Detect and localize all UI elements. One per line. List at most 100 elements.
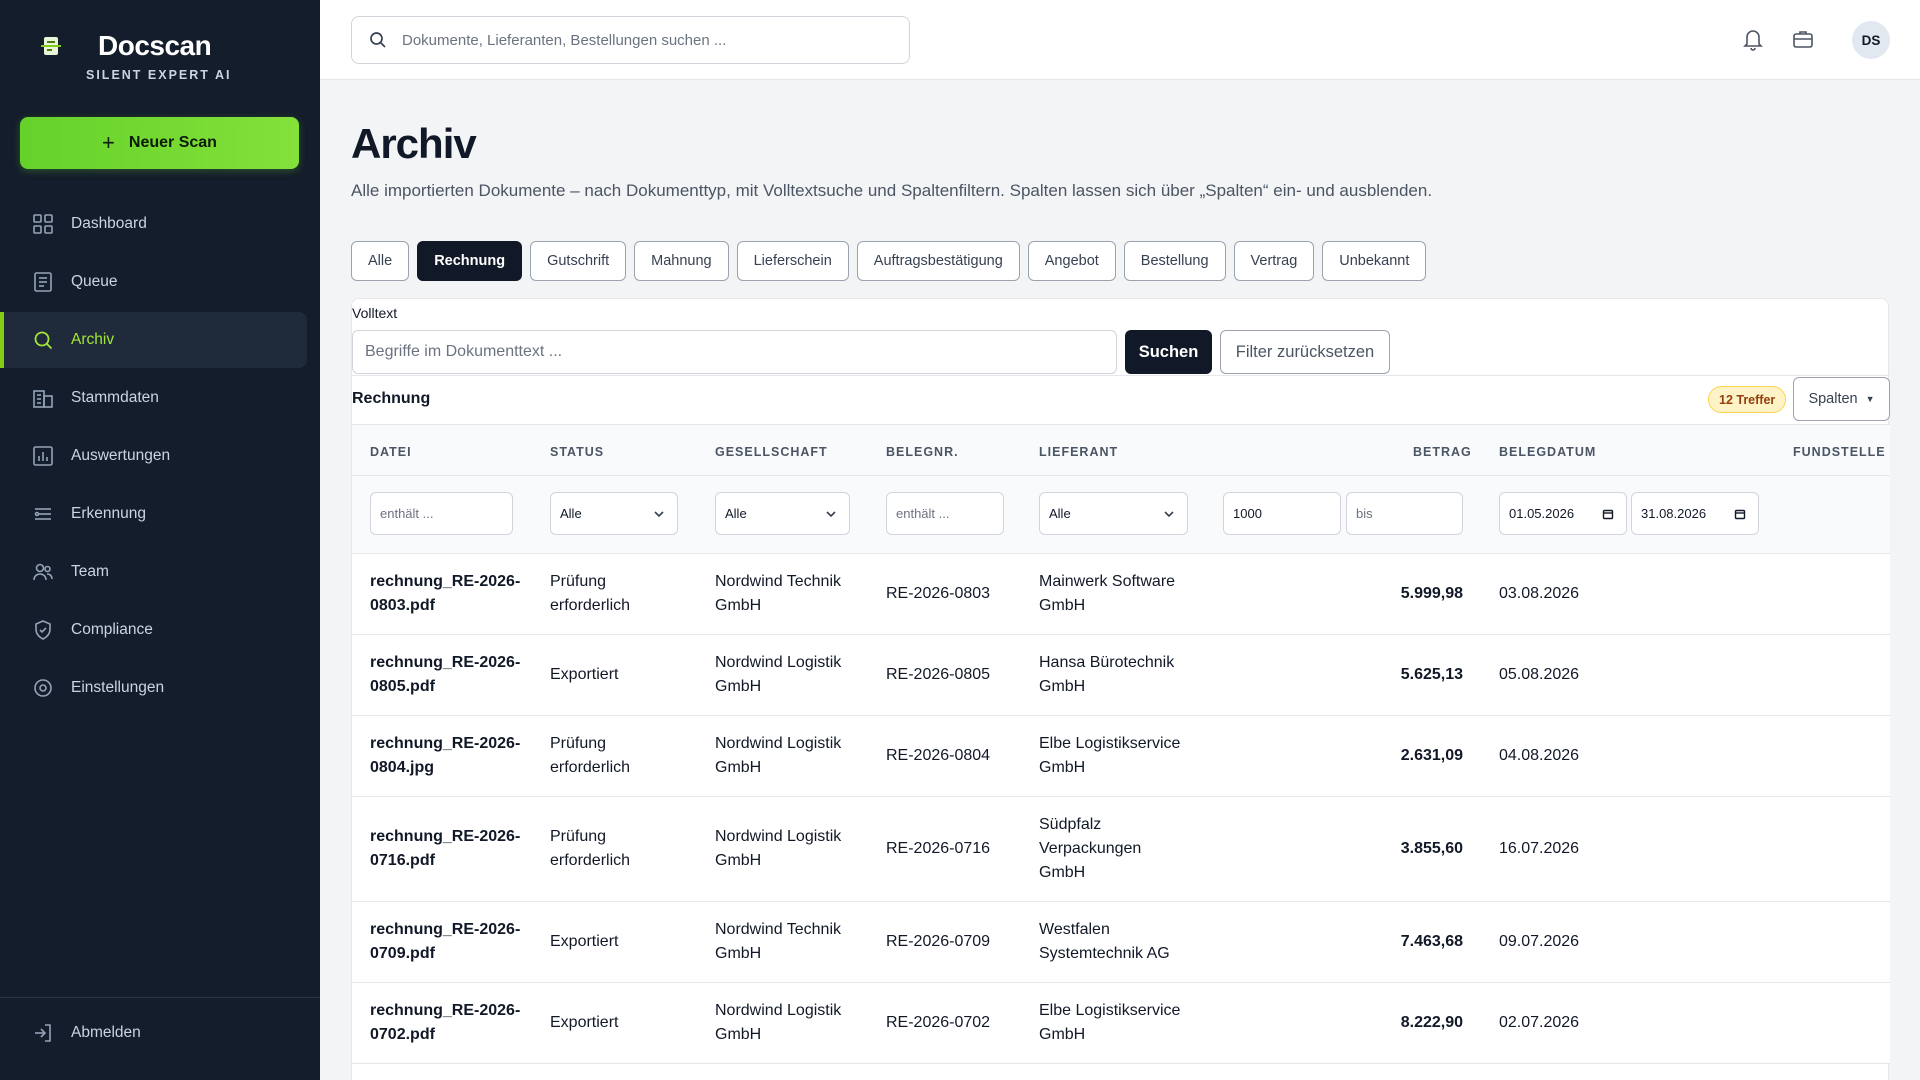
col-fundstelle[interactable]: FUNDSTELLE	[1793, 445, 1886, 459]
sidebar-item-label: Erkennung	[71, 505, 146, 522]
number-cell: RE-2026-0709	[886, 933, 991, 950]
tab-angebot[interactable]: Angebot	[1027, 241, 1116, 281]
company-cell: Nordwind Logistik GmbH	[715, 1002, 842, 1043]
gear-icon	[34, 679, 52, 697]
col-status[interactable]: STATUS	[550, 445, 604, 459]
supplier-cell: Elbe Logistikservice GmbH	[1039, 735, 1181, 776]
reset-filters-button[interactable]: Filter zurücksetzen	[1220, 330, 1390, 374]
company-cell: Nordwind Technik GmbH	[715, 921, 841, 962]
sidebar-divider	[0, 997, 320, 998]
brand-name: Docscan	[98, 30, 212, 61]
filter-date-from-value: 01.05.2026	[1509, 506, 1575, 521]
tab-gutschrift[interactable]: Gutschrift	[530, 241, 627, 281]
avatar[interactable]: DS	[1852, 21, 1890, 59]
date-cell: 09.07.2026	[1499, 933, 1580, 950]
amount-cell: 7.463,68	[1400, 933, 1463, 950]
tab-mahnung[interactable]: Mahnung	[634, 241, 729, 281]
file-cell[interactable]: rechnung_RE-2026- 0805.pdf	[370, 651, 520, 699]
hits-badge: 12 Treffer	[1708, 386, 1787, 413]
status-cell: Exportiert	[550, 666, 619, 683]
filter-date-from[interactable]: 01.05.2026	[1499, 492, 1627, 535]
global-search-input[interactable]	[402, 31, 882, 49]
col-lieferant[interactable]: LIEFERANT	[1039, 445, 1118, 459]
sidebar-nav: Dashboard Queue Archiv Stammdaten Auswer…	[0, 196, 320, 718]
status-cell: Exportiert	[550, 933, 619, 950]
company-cell: Nordwind Technik GmbH	[715, 573, 841, 614]
fulltext-input[interactable]	[352, 330, 1117, 374]
sidebar-item-erkennung[interactable]: Erkennung	[0, 486, 320, 542]
sidebar-item-label: Queue	[71, 273, 118, 290]
sidebar-item-team[interactable]: Team	[0, 544, 320, 600]
filter-betrag-to[interactable]: bis	[1346, 492, 1463, 535]
sidebar-item-dashboard[interactable]: Dashboard	[0, 196, 320, 252]
filter-datei[interactable]: enthält ...	[370, 492, 513, 535]
col-datei[interactable]: DATEI	[370, 445, 412, 459]
table-row[interactable]: rechnung_RE-2026- 0709.pdf Exportiert Nor…	[352, 902, 1890, 983]
tab-unbekannt[interactable]: Unbekannt	[1322, 241, 1427, 281]
filter-status-select[interactable]: Alle	[550, 492, 678, 535]
filter-lines-icon	[34, 508, 51, 520]
docscan-logo-icon	[41, 37, 61, 55]
tab-auftragsbestaetigung[interactable]: Auftragsbestätigung	[856, 241, 1020, 281]
logout-button[interactable]: Abmelden	[32, 1022, 141, 1044]
supplier-cell: Elbe Logistikservice GmbH	[1039, 1002, 1181, 1043]
sidebar-item-compliance[interactable]: Compliance	[0, 602, 320, 658]
logout-icon	[35, 1024, 51, 1042]
filter-belegnr[interactable]: enthält ...	[886, 492, 1004, 535]
col-gesellschaft[interactable]: GESELLSCHAFT	[715, 445, 828, 459]
briefcase-icon[interactable]	[1790, 26, 1816, 52]
columns-button[interactable]: Spalten ▼	[1793, 377, 1890, 421]
table-row[interactable]: rechnung_RE-2026- 0805.pdf Exportiert Nor…	[352, 635, 1890, 716]
sidebar-item-label: Einstellungen	[71, 679, 165, 696]
brand-subtitle: SILENT EXPERT AI	[86, 68, 232, 82]
supplier-cell: Hansa Bürotechnik GmbH	[1039, 654, 1175, 695]
file-cell[interactable]: rechnung_RE-2026- 0716.pdf	[370, 825, 520, 873]
new-scan-label: Neuer Scan	[128, 134, 217, 151]
filter-lieferant-select[interactable]: Alle	[1039, 492, 1188, 535]
filter-date-to[interactable]: 31.08.2026	[1631, 492, 1759, 535]
status-cell: Exportiert	[550, 1014, 619, 1031]
col-betrag[interactable]: BETRAG	[1413, 445, 1472, 459]
sidebar-item-einstellungen[interactable]: Einstellungen	[0, 660, 320, 716]
table-row[interactable]: rechnung_RE-2026- 0804.jpg Prüfung erforde…	[352, 716, 1890, 797]
building-icon	[33, 390, 53, 408]
file-cell[interactable]: rechnung_RE-2026- 0709.pdf	[370, 918, 520, 966]
tab-alle[interactable]: Alle	[351, 241, 410, 281]
table-row[interactable]: rechnung_RE-2026- 0716.pdf Prüfung erforde…	[352, 797, 1890, 902]
sidebar-item-auswertungen[interactable]: Auswertungen	[0, 428, 320, 484]
date-cell: 03.08.2026	[1499, 585, 1580, 602]
table-row[interactable]: rechnung_RE-2026- 0803.pdf Prüfung erforde…	[352, 554, 1890, 635]
shield-icon	[35, 620, 51, 640]
grid-icon	[33, 214, 53, 234]
bell-icon[interactable]	[1740, 26, 1766, 52]
tab-lieferschein[interactable]: Lieferschein	[736, 241, 849, 281]
section-title: Rechnung	[352, 390, 431, 407]
date-cell: 16.07.2026	[1499, 840, 1580, 857]
sidebar-item-queue[interactable]: Queue	[0, 254, 320, 310]
status-cell: Prüfung erforderlich	[550, 828, 631, 869]
table-row[interactable]: rechnung_RE-2026- 0702.pdf Exportiert Nor…	[352, 983, 1890, 1064]
tab-bestellung[interactable]: Bestellung	[1123, 241, 1226, 281]
topbar: DS	[320, 0, 1920, 80]
tab-vertrag[interactable]: Vertrag	[1233, 241, 1315, 281]
bar-chart-icon	[33, 446, 53, 466]
sidebar-item-label: Archiv	[71, 331, 115, 348]
amount-cell: 2.631,09	[1400, 747, 1463, 764]
col-belegdatum[interactable]: BELEGDATUM	[1499, 445, 1596, 459]
filter-gesellschaft-select[interactable]: Alle	[715, 492, 850, 535]
chevron-down-icon	[654, 510, 664, 517]
filter-betrag-from[interactable]: 1000	[1223, 492, 1341, 535]
col-belegnr[interactable]: BELEGNR.	[886, 445, 959, 459]
number-cell: RE-2026-0805	[886, 666, 991, 683]
tab-rechnung[interactable]: Rechnung	[417, 241, 523, 281]
new-scan-button[interactable]: + Neuer Scan	[20, 117, 299, 169]
file-cell[interactable]: rechnung_RE-2026- 0702.pdf	[370, 999, 520, 1047]
global-search[interactable]	[351, 16, 910, 64]
fulltext-search-button[interactable]: Suchen	[1125, 330, 1212, 374]
file-cell[interactable]: rechnung_RE-2026- 0803.pdf	[370, 570, 520, 618]
sidebar-item-stammdaten[interactable]: Stammdaten	[0, 370, 320, 426]
file-cell[interactable]: rechnung_RE-2026- 0804.jpg	[370, 732, 520, 780]
brand[interactable]: Docscan	[38, 30, 212, 62]
sidebar-item-archiv[interactable]: Archiv	[0, 312, 307, 368]
result-header: Rechnung 12 Treffer Spalten ▼	[352, 375, 1890, 424]
